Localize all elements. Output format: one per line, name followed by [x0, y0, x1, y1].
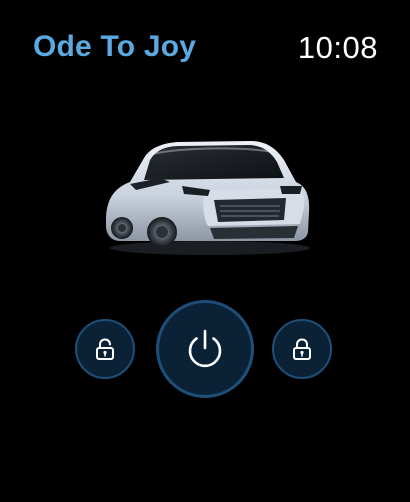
vehicle-image [100, 128, 312, 258]
status-bar: Ode To Joy 10:08 [0, 0, 410, 100]
app-title: Ode To Joy [33, 30, 197, 63]
electric-suv-image [106, 141, 310, 255]
power-icon [185, 328, 225, 370]
unlock-icon [95, 338, 115, 360]
unlock-button[interactable] [75, 319, 135, 379]
remote-controls [0, 298, 410, 406]
clock-time: 10:08 [297, 30, 378, 65]
power-button[interactable] [156, 300, 254, 398]
lock-icon [292, 338, 312, 360]
lock-button[interactable] [272, 319, 332, 379]
